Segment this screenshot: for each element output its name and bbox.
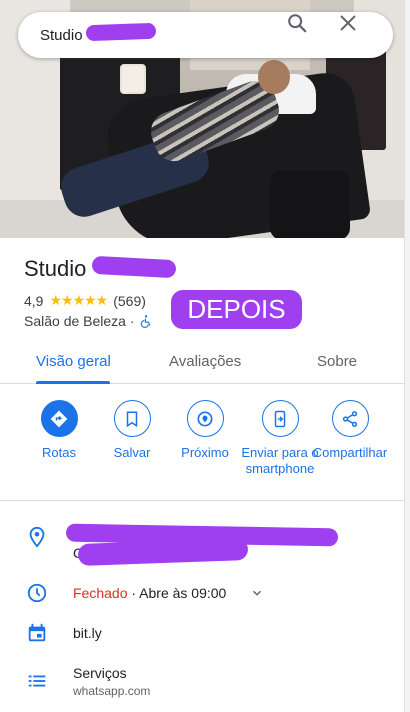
scrollbar[interactable]: [404, 0, 410, 712]
star-rating: ★★★★★: [49, 292, 108, 308]
action-label: Próximo: [181, 445, 229, 460]
clock-icon: [27, 583, 47, 603]
chevron-down-icon[interactable]: [250, 586, 264, 600]
share-button[interactable]: Compartilhar: [310, 400, 390, 461]
search-input[interactable]: Studio: [40, 27, 83, 44]
photo-person-head: [258, 60, 290, 94]
bookmark-icon: [113, 400, 151, 437]
tab-reviews[interactable]: Avaliações: [169, 353, 241, 370]
action-label: Rotas: [42, 445, 76, 460]
location-pin-icon: [29, 526, 45, 548]
hours-row[interactable]: Fechado · Abre às 09:00: [73, 585, 226, 601]
wheelchair-icon: [140, 315, 151, 328]
tab-overview[interactable]: Visão geral: [36, 353, 111, 370]
redaction-mark: [91, 255, 177, 279]
photo-stool: [270, 170, 350, 238]
category-label: Salão de Beleza ·: [24, 313, 135, 329]
rating-row[interactable]: 4,9 ★★★★★ (569): [24, 292, 146, 309]
directions-button[interactable]: Rotas: [19, 400, 99, 461]
save-button[interactable]: Salvar: [92, 400, 172, 461]
calendar-icon: [28, 623, 46, 642]
redaction-mark: [77, 538, 249, 566]
rating-value: 4,9: [24, 292, 44, 309]
tab-bar: Visão geral Avaliações Sobre: [0, 340, 404, 384]
tab-about[interactable]: Sobre: [317, 353, 357, 370]
category-row: Salão de Beleza ·: [24, 313, 153, 329]
share-icon: [331, 400, 369, 437]
send-to-phone-icon: [261, 400, 299, 437]
services-label[interactable]: Serviços: [73, 665, 127, 681]
place-title: Studio: [24, 256, 87, 281]
action-label: Salvar: [113, 445, 151, 460]
website-link[interactable]: bit.ly: [73, 625, 102, 641]
hours-next: · Abre às 09:00: [131, 585, 227, 601]
hours-status: Fechado: [73, 585, 128, 601]
directions-icon: [40, 400, 78, 437]
overlay-label: DEPOIS: [171, 290, 302, 329]
divider: [0, 500, 404, 501]
review-count[interactable]: (569): [113, 293, 146, 309]
services-link[interactable]: whatsapp.com: [73, 684, 150, 698]
action-label: Compartilhar: [312, 445, 388, 460]
active-tab-indicator: [36, 381, 110, 384]
close-icon[interactable]: [337, 12, 359, 34]
nearby-icon: [186, 400, 224, 437]
redaction-mark: [85, 22, 157, 42]
photo-bag: [120, 64, 146, 94]
nearby-button[interactable]: Próximo: [165, 400, 245, 461]
list-icon: [28, 675, 46, 687]
search-icon[interactable]: [286, 12, 308, 34]
